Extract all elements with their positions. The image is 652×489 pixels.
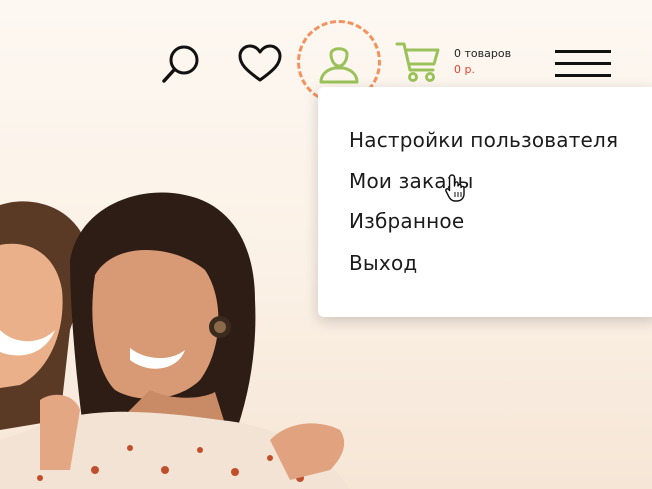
menu-item-user-settings[interactable]: Настройки пользователя (349, 128, 618, 152)
search-icon[interactable] (158, 40, 206, 88)
hand-pointer-cursor-icon (445, 174, 465, 202)
hamburger-icon[interactable] (555, 50, 611, 78)
heart-icon[interactable] (236, 42, 284, 86)
menu-item-logout[interactable]: Выход (349, 251, 417, 275)
cart-count: 0 товаров (454, 47, 512, 60)
menu-item-favorites[interactable]: Избранное (349, 209, 464, 233)
cart-sum: 0 р. (454, 63, 475, 76)
cart-icon[interactable] (395, 40, 441, 84)
account-dropdown: Настройки пользователя Мои заказы Избран… (318, 87, 652, 317)
user-icon[interactable] (313, 40, 365, 86)
cart-summary[interactable]: 0 товаров 0 р. (454, 46, 511, 78)
